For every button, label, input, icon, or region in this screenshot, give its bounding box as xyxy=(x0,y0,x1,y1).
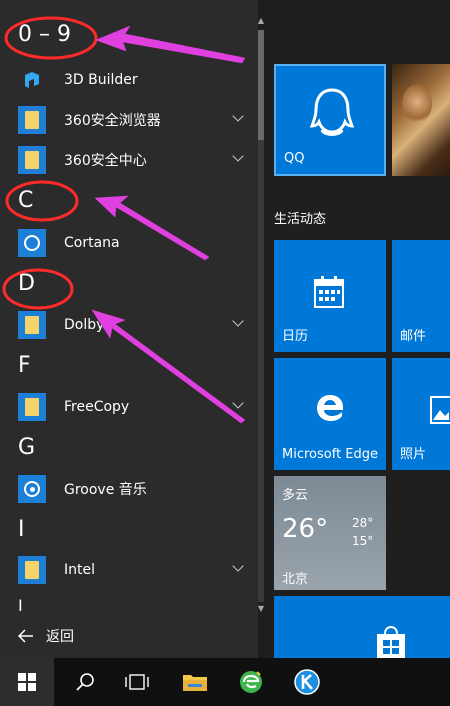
tile-edge[interactable]: Microsoft Edge xyxy=(274,358,386,470)
folder-icon xyxy=(18,311,46,339)
photos-icon xyxy=(430,396,450,424)
app-list-scrollbar[interactable]: ▲ ▼ xyxy=(256,16,266,616)
scroll-up-icon[interactable]: ▲ xyxy=(256,16,266,26)
tile-mail[interactable]: 邮件 xyxy=(392,240,450,352)
taskbar xyxy=(0,658,450,706)
app-label: Cortana xyxy=(64,235,120,251)
weather-temp: 26° xyxy=(282,514,329,544)
taskbar-search-button[interactable] xyxy=(58,658,112,706)
back-arrow-icon xyxy=(18,629,33,643)
file-explorer-icon xyxy=(183,675,207,691)
scroll-thumb[interactable] xyxy=(258,30,264,140)
chevron-down-icon[interactable] xyxy=(232,560,244,572)
start-button[interactable] xyxy=(0,658,54,706)
cortana-icon xyxy=(18,229,46,257)
section-header-0-9[interactable]: 0 – 9 xyxy=(18,22,71,47)
tile-weather[interactable]: 多云 26° 28° 15° 北京 xyxy=(274,476,386,590)
windows-logo-icon xyxy=(18,673,36,691)
folder-icon xyxy=(18,106,46,134)
app-label: 360安全浏览器 xyxy=(64,113,161,129)
app-list-panel: 0 – 9 3D Builder 360安全浏览器 360安全中心 C Cort… xyxy=(0,0,258,658)
back-label: 返回 xyxy=(46,629,74,645)
app-item-intel[interactable]: Intel xyxy=(18,552,248,588)
tile-label: Microsoft Edge xyxy=(282,447,379,462)
photo-live-face xyxy=(402,84,432,124)
app-item-3d-builder[interactable]: 3D Builder xyxy=(18,62,248,98)
tile-qq[interactable]: QQ xyxy=(274,64,386,176)
tiles-area: QQ 生活动态 日历 邮件 Microsoft Edge 照片 多云 26° 2… xyxy=(266,0,450,658)
app-label: 3D Builder xyxy=(64,72,138,88)
section-header-i-partial[interactable]: I xyxy=(18,596,23,615)
taskbar-file-explorer[interactable] xyxy=(168,658,222,706)
app-label: Intel xyxy=(64,562,95,578)
app-item-360-security[interactable]: 360安全中心 xyxy=(18,142,248,178)
folder-icon xyxy=(18,393,46,421)
app-item-360-browser[interactable]: 360安全浏览器 xyxy=(18,102,248,138)
tile-label: QQ xyxy=(284,151,305,166)
tile-label: 邮件 xyxy=(400,329,427,344)
scroll-down-icon[interactable]: ▼ xyxy=(256,604,266,614)
groove-music-icon xyxy=(18,475,46,503)
chevron-down-icon[interactable] xyxy=(232,397,244,409)
back-button[interactable]: 返回 xyxy=(18,622,74,650)
store-icon xyxy=(377,626,405,658)
weather-low: 15° xyxy=(352,534,374,548)
360-browser-icon xyxy=(240,671,262,693)
app-label: Dolby xyxy=(64,317,105,333)
folder-icon xyxy=(18,146,46,174)
taskbar-360-browser[interactable] xyxy=(224,658,278,706)
tile-store[interactable] xyxy=(274,596,450,658)
weather-high: 28° xyxy=(352,516,374,530)
section-header-c[interactable]: C xyxy=(18,188,33,213)
folder-icon xyxy=(18,556,46,584)
weather-city: 北京 xyxy=(282,572,309,587)
app-item-dolby[interactable]: Dolby xyxy=(18,307,248,343)
section-header-i[interactable]: I xyxy=(18,517,25,542)
app-item-cortana[interactable]: Cortana xyxy=(18,225,248,261)
qq-icon xyxy=(309,88,355,136)
app-label: 360安全中心 xyxy=(64,153,147,169)
chevron-down-icon[interactable] xyxy=(232,110,244,122)
app-item-freecopy[interactable]: FreeCopy xyxy=(18,389,248,425)
tile-photo-live[interactable] xyxy=(392,64,450,176)
tile-photos[interactable]: 照片 xyxy=(392,358,450,470)
weather-condition: 多云 xyxy=(282,488,309,503)
tile-label: 日历 xyxy=(282,329,309,344)
edge-icon xyxy=(317,395,343,421)
tile-calendar[interactable]: 日历 xyxy=(274,240,386,352)
chevron-down-icon[interactable] xyxy=(232,315,244,327)
app-label: FreeCopy xyxy=(64,399,130,415)
taskbar-kugou[interactable] xyxy=(280,658,334,706)
chevron-down-icon[interactable] xyxy=(232,150,244,162)
tile-label: 照片 xyxy=(400,447,427,462)
kugou-icon xyxy=(294,669,320,695)
section-header-f[interactable]: F xyxy=(18,353,31,378)
search-icon xyxy=(76,673,94,691)
3d-builder-icon xyxy=(18,66,46,94)
section-header-g[interactable]: G xyxy=(18,435,35,460)
app-label: Groove 音乐 xyxy=(64,482,147,498)
tile-group-title: 生活动态 xyxy=(274,212,327,227)
screen: 0 – 9 3D Builder 360安全浏览器 360安全中心 C Cort… xyxy=(0,0,450,706)
section-header-d[interactable]: D xyxy=(18,271,35,296)
calendar-icon xyxy=(314,276,344,308)
app-item-groove[interactable]: Groove 音乐 xyxy=(18,471,248,507)
task-view-icon xyxy=(125,674,149,690)
task-view-button[interactable] xyxy=(110,658,164,706)
